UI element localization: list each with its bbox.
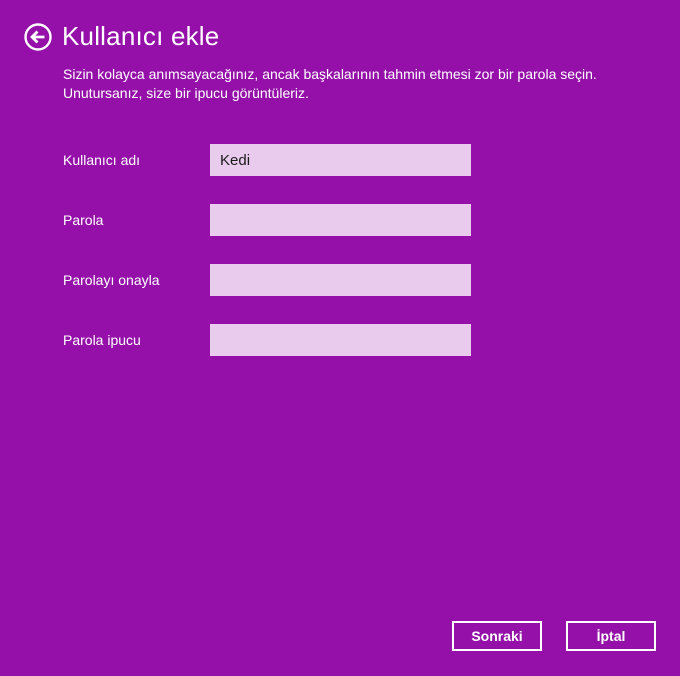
cancel-button[interactable]: İptal	[566, 621, 656, 651]
password-hint-label: Parola ipucu	[63, 332, 141, 348]
next-button[interactable]: Sonraki	[452, 621, 542, 651]
password-hint-field[interactable]	[210, 324, 471, 356]
page-title: Kullanıcı ekle	[62, 21, 220, 51]
username-field[interactable]	[210, 144, 471, 176]
header: Kullanıcı ekle	[24, 21, 220, 52]
password-hint-row: Parola ipucu	[63, 324, 483, 356]
password-row: Parola	[63, 204, 483, 236]
confirm-password-field[interactable]	[210, 264, 471, 296]
username-row: Kullanıcı adı	[63, 144, 483, 176]
confirm-password-row: Parolayı onayla	[63, 264, 483, 296]
confirm-password-label: Parolayı onayla	[63, 272, 160, 288]
description-line-2: Unutursanız, size bir ipucu görüntüleriz…	[63, 85, 309, 101]
username-label: Kullanıcı adı	[63, 152, 141, 168]
description: Sizin kolayca anımsayacağınız, ancak baş…	[63, 65, 663, 103]
back-arrow-icon[interactable]	[24, 23, 52, 51]
password-label: Parola	[63, 212, 104, 228]
description-line-1: Sizin kolayca anımsayacağınız, ancak baş…	[63, 66, 597, 82]
password-field[interactable]	[210, 204, 471, 236]
